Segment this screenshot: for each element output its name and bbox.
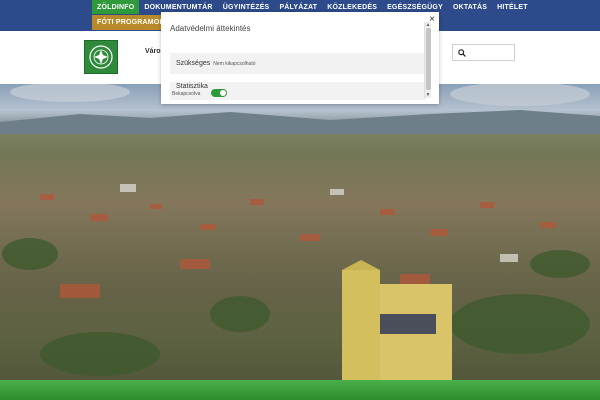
nav-item-hitelet[interactable]: HITÉLET: [492, 0, 533, 14]
search-icon: [458, 48, 466, 57]
cookie-category-name: Statisztika: [176, 83, 208, 90]
cookie-category-statistics[interactable]: Statisztika Bekapcsolva: [170, 82, 426, 100]
crest-emblem-icon: [89, 45, 113, 69]
hero-illustration: [0, 84, 600, 380]
privacy-overview-dialog: Adatvédelmi áttekintés × Szükséges Nem k…: [161, 12, 439, 104]
footer-green-bar: [0, 380, 600, 400]
hero-town-aerial-image: [0, 84, 600, 380]
dialog-title: Adatvédelmi áttekintés: [170, 24, 251, 33]
cookie-category-status: Bekapcsolva: [172, 91, 201, 97]
dialog-scrollbar[interactable]: ▲ ▼: [424, 22, 431, 98]
cookie-category-necessary[interactable]: Szükséges Nem kikapcsolható: [170, 53, 426, 74]
cookie-category-note: Nem kikapcsolható: [213, 60, 256, 67]
search-input[interactable]: [452, 44, 515, 61]
scroll-down-arrow-icon[interactable]: ▼: [425, 92, 431, 98]
city-crest-logo[interactable]: [84, 40, 118, 74]
nav-item-zoldinfo[interactable]: ZÖLDINFO: [92, 0, 140, 14]
toggle-knob: [220, 90, 226, 96]
cookie-category-name: Szükséges: [176, 60, 211, 67]
statistics-toggle[interactable]: [211, 89, 227, 97]
scrollbar-thumb[interactable]: [426, 28, 431, 90]
nav-item-foti-programok[interactable]: FÓTI PROGRAMOK: [92, 15, 170, 30]
nav-row-secondary: FÓTI PROGRAMOK: [92, 15, 170, 30]
nav-item-oktatas[interactable]: OKTATÁS: [448, 0, 492, 14]
